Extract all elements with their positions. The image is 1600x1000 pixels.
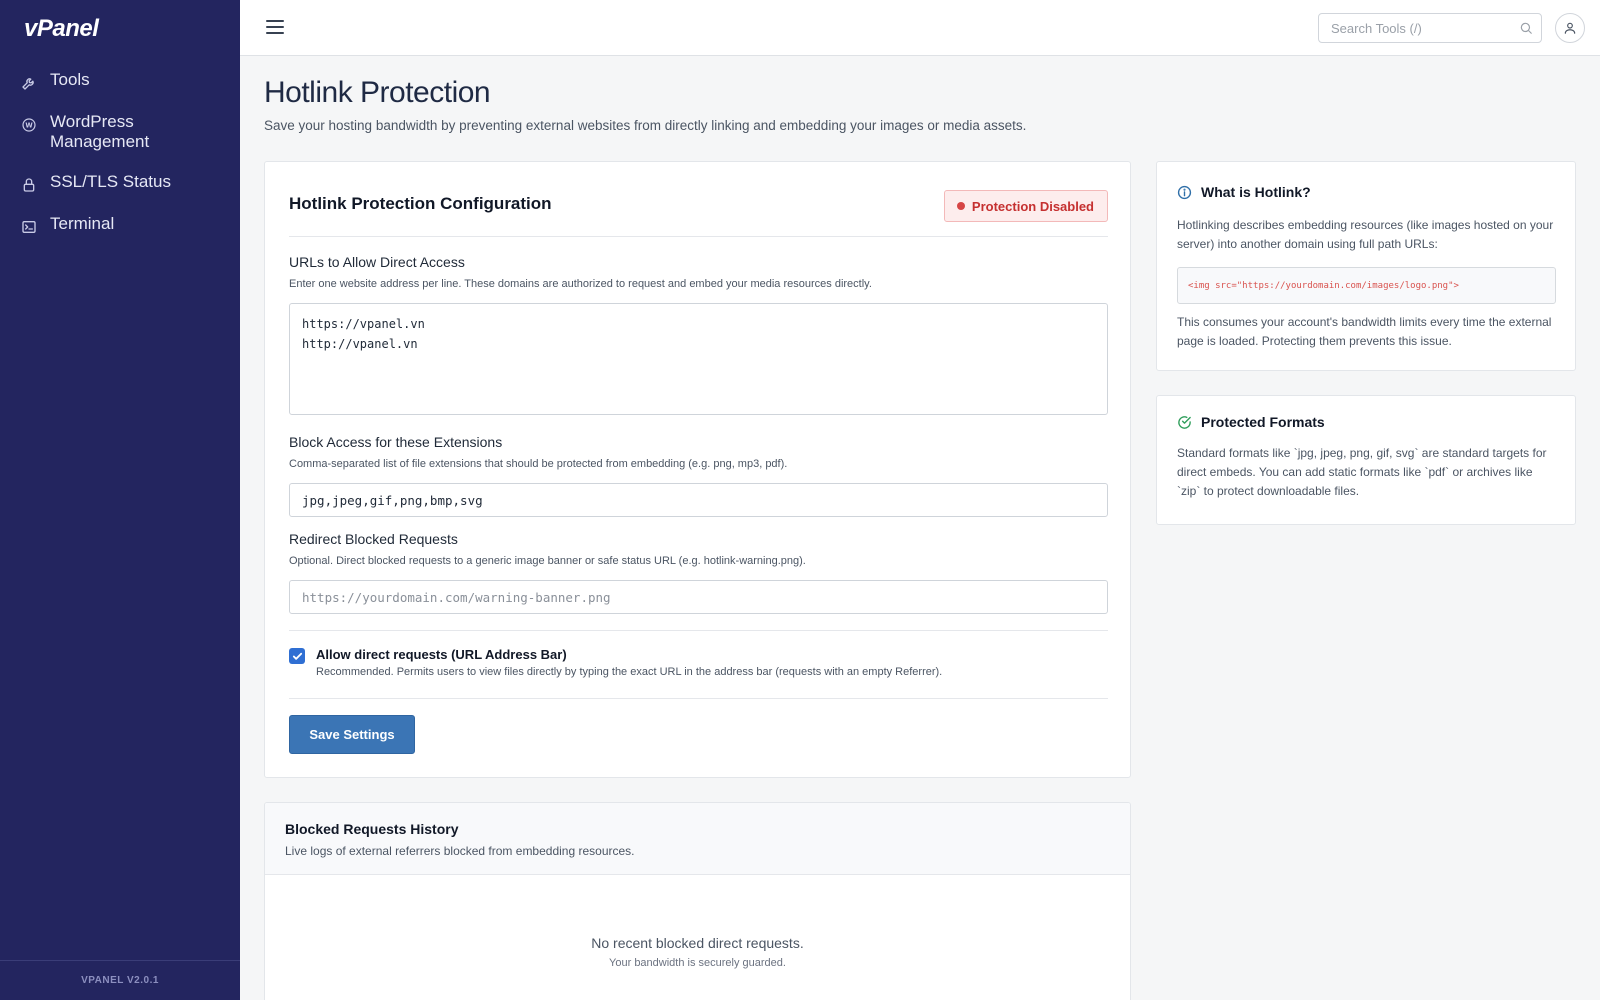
history-card: Blocked Requests History Live logs of ex… [264, 802, 1131, 1000]
config-card: Hotlink Protection Configuration Protect… [264, 161, 1131, 778]
info-icon [1177, 185, 1192, 199]
history-subtitle: Live logs of external referrers blocked … [285, 844, 635, 858]
page-subtitle: Save your hosting bandwidth by preventin… [264, 118, 1027, 133]
user-icon [1564, 22, 1576, 34]
empty-state-subtitle: Your bandwidth is securely guarded. [609, 957, 786, 969]
status-badge-label: Protection Disabled [971, 198, 1094, 214]
what-is-hotlink-text: Hotlinking describes embedding resources… [1177, 218, 1554, 251]
empty-state-title: No recent blocked direct requests. [591, 935, 804, 951]
app-version: VPANEL V2.0.1 [0, 960, 240, 1000]
sidebar-item-tools[interactable]: Tools [0, 66, 240, 96]
divider [289, 630, 1108, 631]
search-icon[interactable] [1519, 21, 1533, 40]
sidebar-item-label: Tools [50, 70, 90, 89]
user-avatar[interactable] [1555, 13, 1585, 43]
wordpress-icon: W [20, 116, 38, 134]
sidebar-item-ssl[interactable]: SSL/TLS Status [0, 168, 240, 198]
search-input[interactable] [1319, 14, 1509, 42]
allowed-urls-help: Enter one website address per line. Thes… [289, 278, 872, 290]
allow-direct-label[interactable]: Allow direct requests (URL Address Bar) [316, 647, 567, 662]
history-header: Blocked Requests History Live logs of ex… [265, 803, 1130, 875]
allow-direct-help: Recommended. Permits users to view files… [316, 666, 943, 678]
code-example: <img src="https://yourdomain.com/images/… [1177, 267, 1556, 304]
what-is-hotlink-card: What is Hotlink? Hotlinking describes em… [1156, 161, 1576, 371]
what-is-hotlink-title: What is Hotlink? [1177, 184, 1311, 200]
sidebar-item-wordpress[interactable]: W WordPress Management [0, 108, 240, 156]
what-is-hotlink-note: This consumes your account's bandwidth l… [1177, 315, 1552, 348]
save-button[interactable]: Save Settings [289, 715, 415, 754]
allowed-urls-textarea[interactable]: https://vpanel.vn http://vpanel.vn [289, 303, 1108, 415]
protected-formats-text: Standard formats like `jpg, jpeg, png, g… [1177, 446, 1547, 498]
config-card-header: Hotlink Protection Configuration Protect… [289, 190, 1108, 237]
formats-title-text: Protected Formats [1201, 414, 1325, 430]
allow-direct-checkbox[interactable] [289, 648, 305, 664]
sidebar-item-terminal[interactable]: Terminal [0, 210, 240, 240]
redirect-help: Optional. Direct blocked requests to a g… [289, 555, 806, 567]
extensions-input[interactable] [289, 483, 1108, 517]
check-circle-icon [1178, 415, 1191, 429]
history-title: Blocked Requests History [285, 821, 459, 837]
sidebar: vPanel Tools W WordPress Management SSL/… [0, 0, 240, 1000]
extensions-label: Block Access for these Extensions [289, 434, 503, 450]
protected-formats-title: Protected Formats [1177, 414, 1325, 430]
checkmark-icon [292, 652, 302, 660]
info-title-text: What is Hotlink? [1201, 184, 1311, 200]
sidebar-item-label: Terminal [50, 214, 115, 233]
redirect-input[interactable] [289, 580, 1108, 614]
protected-formats-card: Protected Formats Standard formats like … [1156, 395, 1576, 525]
sidebar-nav: Tools W WordPress Management SSL/TLS Sta… [0, 66, 240, 252]
menu-toggle-icon[interactable] [266, 20, 284, 34]
status-dot-icon [956, 202, 965, 210]
extensions-help: Comma-separated list of file extensions … [289, 458, 788, 470]
config-card-title: Hotlink Protection Configuration [289, 194, 552, 213]
sidebar-item-label: SSL/TLS Status [50, 172, 171, 191]
page-title: Hotlink Protection [264, 76, 491, 109]
divider [289, 698, 1108, 699]
redirect-label: Redirect Blocked Requests [289, 531, 458, 547]
topbar [240, 0, 1600, 56]
sidebar-item-label: WordPress Management [50, 112, 150, 151]
terminal-icon [20, 218, 38, 236]
lock-icon [20, 176, 38, 194]
search-box [1318, 13, 1542, 43]
wrench-icon [20, 74, 38, 92]
allowed-urls-label: URLs to Allow Direct Access [289, 254, 465, 270]
status-badge: Protection Disabled [943, 190, 1108, 222]
app-logo[interactable]: vPanel [24, 15, 99, 43]
svg-text:W: W [25, 122, 33, 130]
